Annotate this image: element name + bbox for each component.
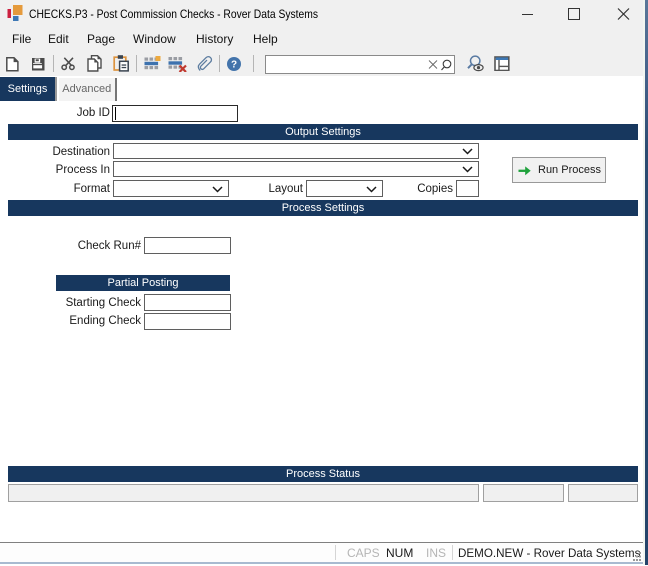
svg-text:?: ? <box>231 60 237 71</box>
